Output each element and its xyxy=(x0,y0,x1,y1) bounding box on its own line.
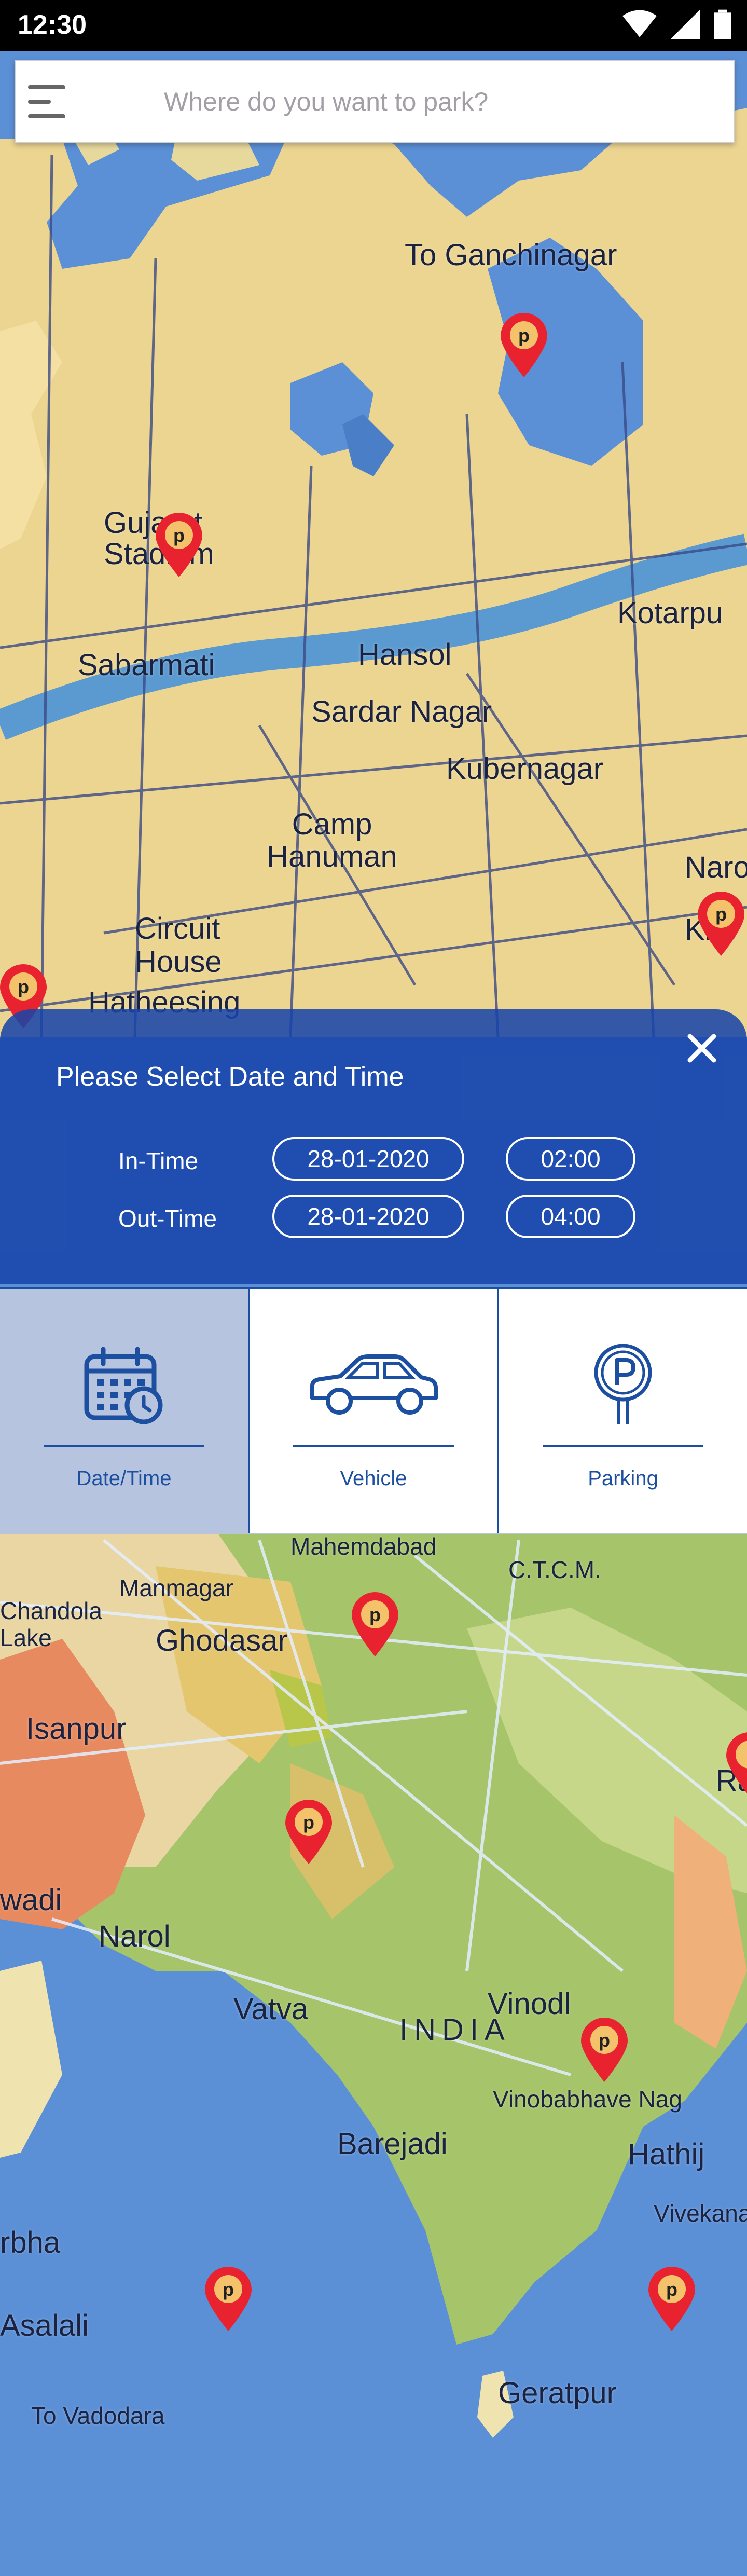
booking-tabs: Date/Time Vehicle Parking xyxy=(0,1287,747,1534)
datetime-title: Please Select Date and Time xyxy=(56,1062,404,1092)
map-label: rbha xyxy=(0,2226,61,2259)
parking-pin-icon[interactable] xyxy=(726,1732,747,1797)
in-time-picker[interactable]: 02:00 xyxy=(506,1137,635,1181)
parking-pin-icon[interactable]: p xyxy=(285,1800,332,1864)
in-time-label: In-Time xyxy=(118,1147,199,1174)
map-label: To Ganchinagar xyxy=(405,238,617,272)
map-label: C.T.C.M. xyxy=(508,1556,601,1583)
out-time-label: Out-Time xyxy=(118,1205,217,1232)
parking-pin-icon[interactable]: p xyxy=(352,1592,398,1656)
map-label: Mahemdabad xyxy=(290,1533,437,1560)
status-bar: 12:30 xyxy=(0,0,747,51)
map-label: Ghodasar xyxy=(156,1624,288,1657)
svg-text:p: p xyxy=(599,2030,610,2051)
svg-text:p: p xyxy=(369,1604,381,1625)
map-label: Camp Hanuman xyxy=(267,807,397,873)
parking-pin-icon[interactable]: p xyxy=(581,2018,628,2082)
tab-vehicle[interactable]: Vehicle xyxy=(250,1289,499,1533)
map-label: Manmagar xyxy=(119,1574,233,1601)
parking-pin-icon[interactable]: p xyxy=(156,513,202,577)
parking-pin-icon[interactable]: p xyxy=(205,2267,252,2331)
svg-text:p: p xyxy=(18,976,29,997)
map-label: Naroda xyxy=(685,851,747,884)
svg-text:p: p xyxy=(715,903,727,925)
search-input[interactable] xyxy=(163,86,684,117)
close-icon[interactable] xyxy=(684,1030,720,1066)
parking-pin-icon[interactable]: p xyxy=(648,2267,695,2331)
status-time: 12:30 xyxy=(18,10,87,40)
svg-text:p: p xyxy=(518,325,530,346)
svg-text:p: p xyxy=(173,525,185,546)
svg-text:p: p xyxy=(223,2279,234,2300)
svg-text:p: p xyxy=(303,1812,314,1833)
parking-pin-icon[interactable]: p xyxy=(698,892,744,956)
tab-parking[interactable]: Parking xyxy=(499,1289,747,1533)
map-label: Vatva xyxy=(233,1992,309,2026)
map-label: Circuit House xyxy=(135,912,222,979)
menu-icon[interactable] xyxy=(28,85,70,118)
map-label: Hansol xyxy=(358,638,452,672)
map-label: Kotarpu xyxy=(617,596,723,630)
map-label: Vinobabhave Nag xyxy=(493,2086,682,2113)
svg-text:p: p xyxy=(666,2279,677,2300)
map-label: Vivekanand xyxy=(654,2200,747,2227)
map-label: Hathij xyxy=(628,2137,705,2171)
map-label: Chandola Lake xyxy=(0,1597,102,1651)
map-label: To Vadodara xyxy=(31,2402,165,2429)
calendar-clock-icon xyxy=(82,1346,165,1424)
tab-date-time[interactable]: Date/Time xyxy=(0,1289,250,1533)
map-label: Sardar Nagar xyxy=(311,695,492,729)
wifi-icon xyxy=(622,10,657,37)
map-label: Geratpur xyxy=(498,2376,617,2410)
map-label: Isanpur xyxy=(26,1712,127,1746)
out-time-picker[interactable]: 04:00 xyxy=(506,1195,635,1238)
map-label: Vinodl xyxy=(488,1987,571,2021)
car-icon xyxy=(306,1346,441,1424)
datetime-panel: Please Select Date and Time In-Time 28-0… xyxy=(0,1009,747,1284)
tab-label: Vehicle xyxy=(340,1467,407,1490)
map-label: Sabarmati xyxy=(78,648,215,682)
search-bar xyxy=(15,60,735,143)
map-label: Kubernagar xyxy=(446,752,604,786)
battery-icon xyxy=(714,9,731,39)
map-label: Narol xyxy=(99,1920,171,1953)
tab-label: Date/Time xyxy=(76,1467,172,1490)
tab-underline xyxy=(543,1445,703,1447)
tab-label: Parking xyxy=(588,1467,658,1490)
map-label: wadi xyxy=(0,1883,62,1917)
map-label: Barejadi xyxy=(337,2127,448,2161)
tab-underline xyxy=(293,1445,454,1447)
status-icons xyxy=(622,9,731,39)
signal-icon xyxy=(671,10,700,39)
out-date-picker[interactable]: 28-01-2020 xyxy=(272,1195,464,1238)
map-label: Asalali xyxy=(0,2309,89,2342)
parking-sign-icon xyxy=(592,1344,654,1424)
tab-underline xyxy=(44,1445,204,1447)
parking-pin-icon[interactable]: p xyxy=(501,313,547,377)
in-date-picker[interactable]: 28-01-2020 xyxy=(272,1137,464,1181)
